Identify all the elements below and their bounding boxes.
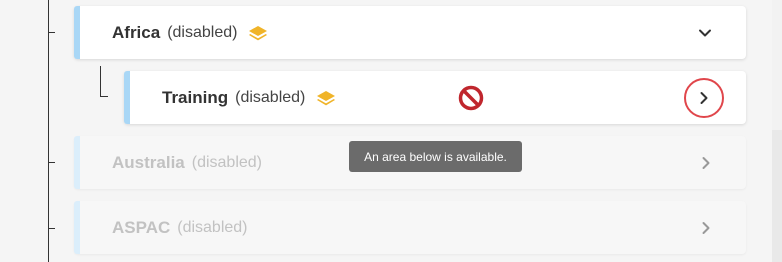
item-accent-bar bbox=[74, 136, 80, 189]
tree-tick bbox=[48, 162, 55, 163]
chevron-right-icon[interactable] bbox=[697, 91, 711, 105]
item-accent-bar bbox=[124, 71, 130, 124]
chevron-right-icon[interactable] bbox=[699, 156, 713, 170]
item-status: (disabled) bbox=[235, 88, 306, 106]
item-accent-bar bbox=[74, 201, 80, 254]
tree-item-training[interactable]: Training (disabled) bbox=[124, 71, 746, 124]
item-accent-bar bbox=[74, 6, 80, 59]
item-status: (disabled) bbox=[191, 153, 263, 171]
scrollbar-thumb[interactable] bbox=[772, 0, 782, 130]
chevron-right-icon[interactable] bbox=[699, 221, 713, 235]
scrollbar[interactable] bbox=[772, 0, 782, 262]
not-allowed-icon bbox=[458, 85, 484, 111]
tooltip: An area below is available. bbox=[349, 141, 522, 172]
tree-connector bbox=[100, 96, 108, 97]
item-title: Africa bbox=[112, 22, 161, 42]
tree-connector bbox=[100, 66, 101, 97]
tree-tick bbox=[48, 32, 55, 33]
tree-item-africa[interactable]: Africa (disabled) bbox=[74, 6, 746, 59]
chevron-down-icon[interactable] bbox=[698, 26, 712, 40]
item-title: Training bbox=[162, 87, 229, 107]
layers-icon bbox=[247, 25, 269, 43]
tree-outer-line bbox=[48, 0, 49, 262]
tree-item-aspac[interactable]: ASPAC (disabled) bbox=[74, 201, 746, 254]
item-status: (disabled) bbox=[177, 218, 248, 236]
tree-tick bbox=[48, 228, 55, 229]
tooltip-text: An area below is available. bbox=[364, 149, 507, 164]
layers-icon bbox=[315, 90, 337, 108]
item-title: ASPAC bbox=[112, 217, 171, 237]
expand-highlight-ring[interactable] bbox=[684, 78, 724, 118]
item-title: Australia bbox=[112, 152, 185, 172]
item-status: (disabled) bbox=[167, 23, 238, 41]
tree-panel: Africa (disabled) Training (disabled) Au… bbox=[0, 0, 782, 262]
